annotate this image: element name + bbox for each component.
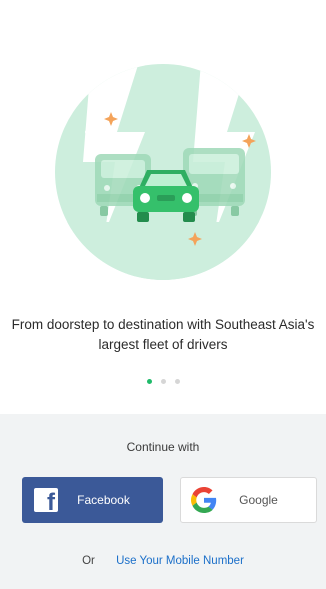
page-dot-3[interactable] bbox=[174, 379, 180, 384]
onboarding-tagline: From doorstep to destination with Southe… bbox=[0, 315, 326, 355]
google-button-label: Google bbox=[239, 493, 278, 507]
tagline-line-1: From doorstep to destination with Southe… bbox=[11, 317, 315, 332]
facebook-button-label: Facebook bbox=[77, 493, 130, 507]
page-dot-2[interactable] bbox=[160, 379, 166, 384]
google-login-button[interactable]: Google bbox=[180, 477, 317, 523]
facebook-login-button[interactable]: f Facebook bbox=[22, 477, 163, 523]
page-indicator bbox=[0, 379, 326, 384]
tagline-line-2: largest fleet of drivers bbox=[98, 337, 228, 352]
facebook-icon: f bbox=[34, 488, 58, 512]
continue-with-label: Continue with bbox=[126, 440, 200, 454]
onboarding-carousel[interactable]: From doorstep to destination with Southe… bbox=[0, 0, 326, 414]
google-icon bbox=[191, 487, 217, 513]
cars-lightning-illustration bbox=[55, 64, 271, 280]
login-panel: Continue with f Facebook Google Or Use Y… bbox=[0, 414, 326, 589]
login-screen: From doorstep to destination with Southe… bbox=[0, 0, 326, 589]
alternate-login-row: Or Use Your Mobile Number bbox=[0, 555, 326, 567]
use-mobile-number-link[interactable]: Use Your Mobile Number bbox=[116, 555, 244, 567]
or-label: Or bbox=[82, 555, 95, 567]
page-dot-1[interactable] bbox=[146, 379, 152, 384]
